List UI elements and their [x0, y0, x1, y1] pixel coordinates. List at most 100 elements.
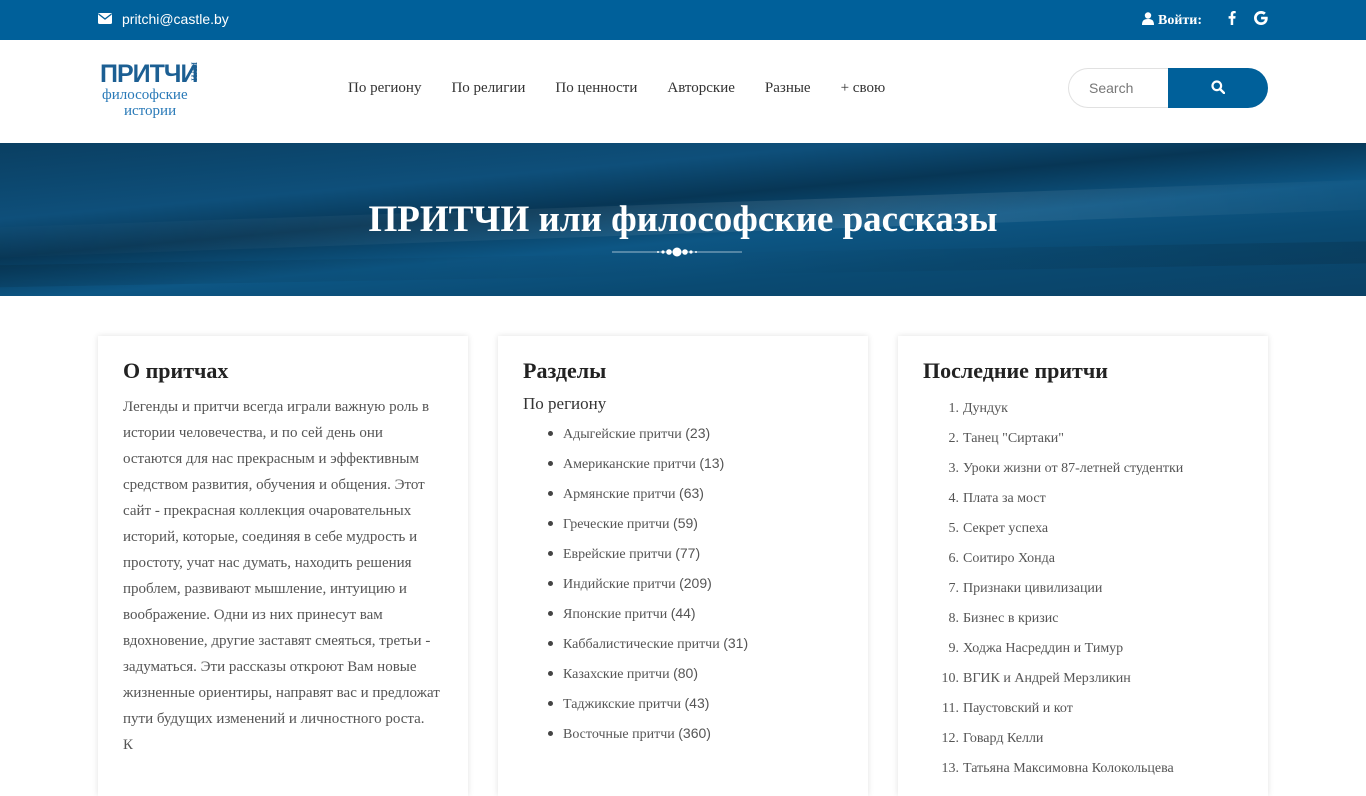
category-link[interactable]: Японские притчи: [563, 607, 667, 622]
latest-list: 1. Дундук 2. Танец "Сиртаки" 3. Уроки жизни…: [923, 394, 1243, 784]
parable-link[interactable]: Ходжа Насреддин и Тимур: [963, 634, 1123, 664]
nav-add-own[interactable]: + свою: [841, 80, 886, 97]
about-text: Легенды и притчи всегда играли важную ро…: [123, 399, 440, 727]
main-nav: По региону По религии По ценности Авторс…: [348, 80, 885, 97]
item-number: 1.: [948, 401, 960, 416]
parable-link[interactable]: Паустовский и кот: [963, 694, 1073, 724]
category-link[interactable]: Армянские притчи: [563, 487, 676, 502]
about-title: О притчах: [123, 358, 229, 383]
list-item[interactable]: Армянские притчи (63): [548, 478, 843, 508]
parable-link[interactable]: Дундук: [963, 394, 1008, 424]
item-number: 12.: [941, 731, 960, 746]
nav-by-region[interactable]: По региону: [348, 80, 421, 97]
item-number: 7.: [948, 581, 960, 596]
category-count: (80): [673, 665, 698, 681]
list-item[interactable]: Греческие притчи (59): [548, 508, 843, 538]
list-item[interactable]: 5. Секрет успеха: [948, 514, 1243, 544]
login-label[interactable]: Войти:: [1158, 13, 1202, 29]
email-contact[interactable]: pritchi@castle.by: [98, 11, 229, 27]
item-number: 3.: [948, 461, 960, 476]
email-text[interactable]: pritchi@castle.by: [122, 11, 229, 27]
about-text-more: К: [123, 737, 134, 753]
category-count: (59): [673, 515, 698, 531]
item-number: 9.: [948, 641, 960, 656]
category-link[interactable]: Еврейские притчи: [563, 547, 672, 562]
google-icon[interactable]: [1254, 11, 1268, 30]
parable-link[interactable]: ВГИК и Андрей Мерзликин: [963, 664, 1131, 694]
search-button[interactable]: [1168, 68, 1268, 108]
parable-link[interactable]: Признаки цивилизации: [963, 574, 1102, 604]
list-item[interactable]: 4. Плата за мост: [948, 484, 1243, 514]
parable-link[interactable]: Татьяна Максимовна Колокольцева: [963, 754, 1174, 784]
list-item[interactable]: 7. Признаки цивилизации: [948, 574, 1243, 604]
logo-line1: ПРИТЧИ: [100, 60, 198, 88]
parable-link[interactable]: Секрет успеха: [963, 514, 1048, 544]
item-number: 11.: [942, 701, 959, 716]
parable-link[interactable]: Плата за мост: [963, 484, 1046, 514]
category-count: (77): [675, 545, 701, 561]
hero-banner: ПРИТЧИ или философские рассказы: [0, 143, 1366, 296]
category-link[interactable]: Индийские притчи: [563, 577, 676, 592]
list-item[interactable]: Японские притчи (44): [548, 598, 843, 628]
search-input[interactable]: [1068, 68, 1178, 108]
category-count: (44): [670, 605, 696, 621]
item-number: 4.: [948, 491, 960, 506]
list-item[interactable]: 6. Соитиро Хонда: [948, 544, 1243, 574]
category-count: (360): [678, 725, 711, 741]
item-number: 8.: [948, 611, 960, 626]
item-number: 13.: [941, 761, 960, 776]
nav-by-value[interactable]: По ценности: [555, 80, 637, 97]
logo-line2: философские: [102, 87, 188, 103]
list-item[interactable]: 1. Дундук: [948, 394, 1243, 424]
category-count: (43): [684, 695, 710, 711]
item-number: 10.: [941, 671, 960, 686]
list-item[interactable]: Каббалистические притчи (31): [548, 628, 843, 658]
nav-misc[interactable]: Разные: [765, 80, 811, 97]
category-link[interactable]: Американские притчи: [563, 457, 696, 472]
latest-title: Последние притчи: [923, 358, 1108, 383]
search-form: [1068, 68, 1268, 108]
parable-link[interactable]: Уроки жизни от 87-летней студентки: [963, 454, 1183, 484]
list-item[interactable]: 2. Танец "Сиртаки": [948, 424, 1243, 454]
parable-link[interactable]: Бизнес в кризис: [963, 604, 1058, 634]
parable-link[interactable]: Танец "Сиртаки": [963, 424, 1064, 454]
sections-subtitle[interactable]: По региону: [523, 394, 843, 414]
item-number: 5.: [948, 521, 960, 536]
category-count: (13): [699, 455, 725, 471]
category-link[interactable]: Таджикские притчи: [563, 697, 681, 712]
category-link[interactable]: Адыгейские притчи: [563, 427, 682, 442]
latest-card: Последние притчи 1. Дундук 2. Танец "Сирта…: [898, 336, 1268, 796]
list-item[interactable]: 12. Говард Келли: [942, 724, 1243, 754]
list-item[interactable]: 11. Паустовский и кот: [942, 694, 1243, 724]
about-card: О притчах Легенды и притчи всегда играли…: [98, 336, 468, 796]
sections-title: Разделы: [523, 358, 607, 383]
list-item[interactable]: Казахские притчи (80): [548, 658, 843, 688]
list-item[interactable]: Восточные притчи (360): [548, 718, 843, 748]
category-count: (31): [723, 635, 749, 651]
category-link[interactable]: Восточные притчи: [563, 727, 675, 742]
nav-by-religion[interactable]: По религии: [451, 80, 525, 97]
facebook-icon[interactable]: [1220, 11, 1236, 30]
category-link[interactable]: Казахские притчи: [563, 667, 670, 682]
nav-authors[interactable]: Авторские: [667, 80, 735, 97]
parable-link[interactable]: Говард Келли: [963, 724, 1043, 754]
category-link[interactable]: Греческие притчи: [563, 517, 670, 532]
list-item[interactable]: 3. Уроки жизни от 87-летней студентки: [948, 454, 1243, 484]
list-item[interactable]: Индийские притчи (209): [548, 568, 843, 598]
list-item[interactable]: Американские притчи (13): [548, 448, 843, 478]
category-link[interactable]: Каббалистические притчи: [563, 637, 720, 652]
list-item[interactable]: Таджикские притчи (43): [548, 688, 843, 718]
logo-line3: истории: [124, 103, 177, 119]
list-item[interactable]: 8. Бизнес в кризис: [948, 604, 1243, 634]
parable-link[interactable]: Соитиро Хонда: [963, 544, 1055, 574]
list-item[interactable]: Адыгейские притчи (23): [548, 418, 843, 448]
list-item[interactable]: 9. Ходжа Насреддин и Тимур: [948, 634, 1243, 664]
item-number: 2.: [948, 431, 960, 446]
list-item[interactable]: 10. ВГИК и Андрей Мерзликин: [942, 664, 1243, 694]
category-count: (63): [679, 485, 704, 501]
login-link[interactable]: Войти:: [1141, 11, 1202, 30]
list-item[interactable]: 13. Татьяна Максимовна Колокольцева: [942, 754, 1243, 784]
search-icon: [1211, 79, 1226, 97]
site-logo[interactable]: ПРИТЧИ или философские истории: [100, 60, 210, 124]
list-item[interactable]: Еврейские притчи (77): [548, 538, 843, 568]
